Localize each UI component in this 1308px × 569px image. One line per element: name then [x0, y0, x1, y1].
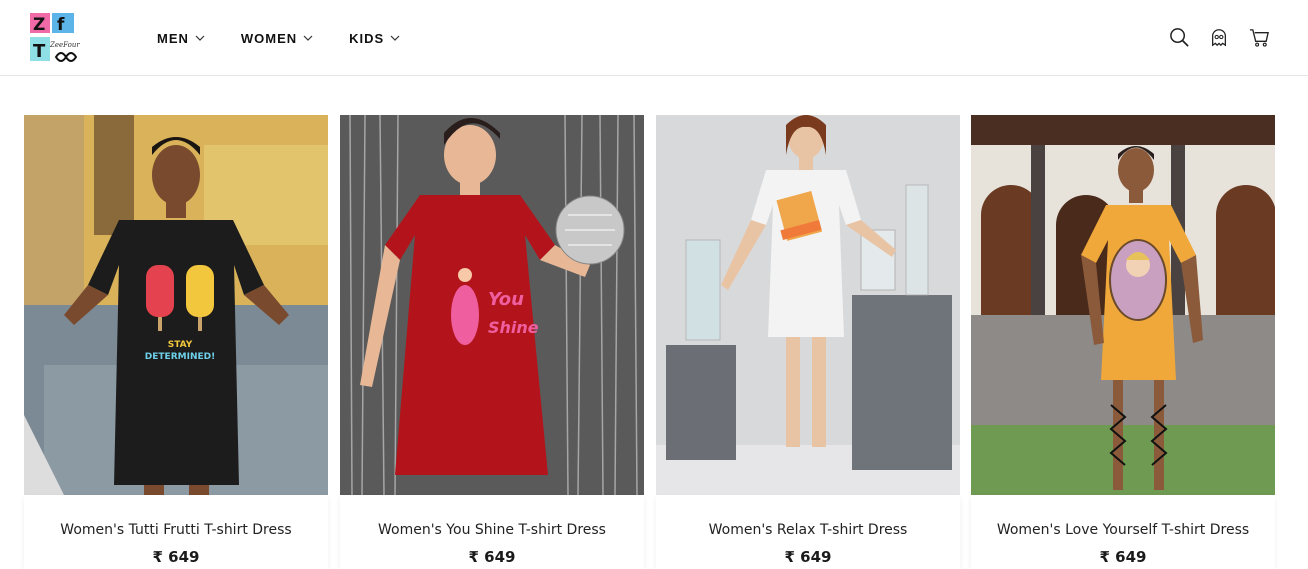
- product-image[interactable]: [971, 115, 1275, 495]
- product-grid: STAY DETERMINED! Women's Tutti Frutti T-…: [24, 115, 1276, 569]
- product-image[interactable]: [656, 115, 960, 495]
- chevron-down-icon: [195, 35, 205, 41]
- product-info: Women's You Shine T-shirt Dress ₹ 649: [340, 495, 644, 569]
- cart-icon[interactable]: [1248, 26, 1270, 48]
- product-image[interactable]: You Shine: [340, 115, 644, 495]
- product-price: ₹ 649: [1099, 548, 1147, 566]
- svg-text:You: You: [488, 289, 524, 310]
- svg-text:Z: Z: [33, 15, 45, 35]
- site-header: Z f T ZeeFourTee MEN WOMEN KIDS: [0, 0, 1308, 76]
- product-title[interactable]: Women's Relax T-shirt Dress: [656, 522, 960, 538]
- svg-text:DETERMINED!: DETERMINED!: [145, 352, 215, 362]
- main-nav: MEN WOMEN KIDS: [157, 28, 436, 48]
- account-icon[interactable]: [1208, 26, 1230, 48]
- product-price: ₹ 649: [784, 548, 832, 566]
- chevron-down-icon: [303, 35, 313, 41]
- nav-men-label: MEN: [157, 30, 189, 46]
- svg-text:f: f: [57, 15, 65, 35]
- nav-women-label: WOMEN: [240, 30, 298, 46]
- product-info: Women's Relax T-shirt Dress ₹ 649: [656, 495, 960, 569]
- product-info: Women's Love Yourself T-shirt Dress ₹ 64…: [971, 495, 1275, 569]
- brand-logo[interactable]: Z f T ZeeFourTee: [28, 11, 92, 65]
- nav-kids[interactable]: KIDS: [349, 28, 400, 48]
- svg-text:STAY: STAY: [168, 340, 193, 350]
- product-card[interactable]: Women's Relax T-shirt Dress ₹ 649: [656, 115, 960, 569]
- product-title[interactable]: Women's Tutti Frutti T-shirt Dress: [24, 522, 328, 538]
- product-card[interactable]: STAY DETERMINED! Women's Tutti Frutti T-…: [24, 115, 328, 569]
- product-card[interactable]: You Shine Women's You Shine T-shirt Dres…: [340, 115, 644, 569]
- svg-text:T: T: [33, 41, 46, 62]
- nav-kids-label: KIDS: [349, 30, 385, 46]
- product-price: ₹ 649: [468, 548, 516, 566]
- chevron-down-icon: [390, 35, 400, 41]
- header-actions: [1168, 26, 1270, 48]
- search-icon[interactable]: [1168, 26, 1190, 48]
- nav-men[interactable]: MEN: [157, 28, 205, 48]
- product-image[interactable]: STAY DETERMINED!: [24, 115, 328, 495]
- product-info: Women's Tutti Frutti T-shirt Dress ₹ 649: [24, 495, 328, 569]
- nav-women[interactable]: WOMEN: [241, 28, 313, 48]
- svg-text:ZeeFourTee: ZeeFourTee: [49, 41, 80, 49]
- product-title[interactable]: Women's Love Yourself T-shirt Dress: [971, 522, 1275, 538]
- product-title[interactable]: Women's You Shine T-shirt Dress: [340, 522, 644, 538]
- product-card[interactable]: Women's Love Yourself T-shirt Dress ₹ 64…: [971, 115, 1275, 569]
- product-price: ₹ 649: [152, 548, 200, 566]
- svg-text:Shine: Shine: [488, 318, 539, 337]
